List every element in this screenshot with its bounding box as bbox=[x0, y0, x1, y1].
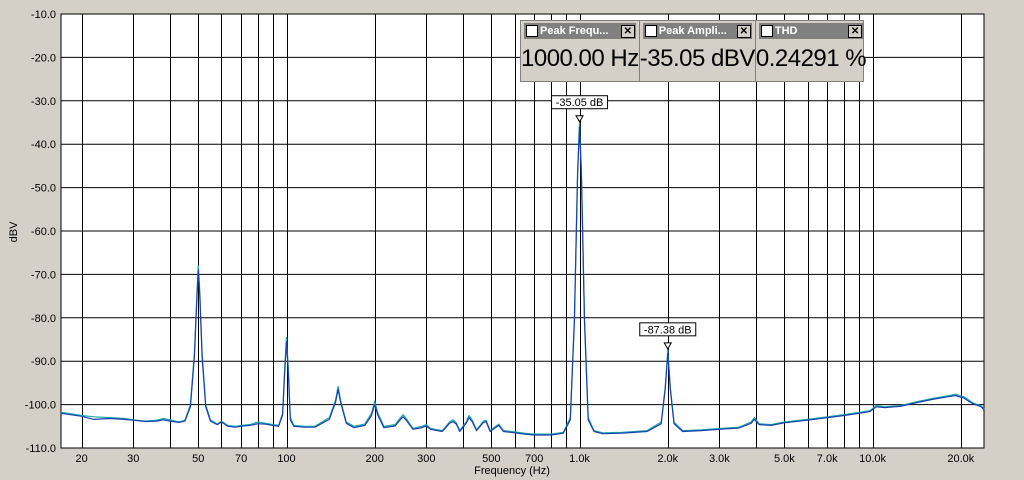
meter-peak-amplitude: Peak Ampli... ✕ -35.05 dBV bbox=[640, 21, 756, 81]
meter-panel: Peak Frequ... ✕ 1000.00 Hz Peak Ampli...… bbox=[520, 20, 867, 82]
x-tick-label: 3.0k bbox=[709, 453, 730, 465]
x-tick-label: 10.0k bbox=[859, 453, 886, 465]
x-tick-label: 500 bbox=[482, 453, 500, 465]
y-axis-title: dBV bbox=[8, 221, 20, 242]
peak-marker-label: -35.05 dB bbox=[556, 97, 604, 109]
spectrum-chart: -10.0 -20.0 -30.0 -40.0 -50.0 -60.0 -70.0 -80.0… bbox=[8, 9, 985, 477]
peak-marker-label: -87.38 dB bbox=[644, 324, 692, 336]
x-tick-labels: 20 30 50 70 100 200 300 500 700 1.0k 2.0k 3.0k 5.0k 7… bbox=[76, 453, 975, 465]
x-tick-label: 50 bbox=[192, 453, 204, 465]
meter-value: 1000.00 Hz bbox=[521, 45, 639, 72]
waveform-icon bbox=[760, 25, 773, 37]
close-button[interactable]: ✕ bbox=[620, 24, 635, 38]
y-tick-label: -80.0 bbox=[31, 313, 56, 325]
x-tick-label: 300 bbox=[417, 453, 435, 465]
x-tick-label: 7.0k bbox=[817, 453, 838, 465]
meter-peak-frequency: Peak Frequ... ✕ 1000.00 Hz bbox=[521, 21, 640, 81]
meter-title: THD bbox=[774, 25, 798, 37]
x-tick-label: 2.0k bbox=[657, 453, 678, 465]
meter-titlebar[interactable]: Peak Ampli... ✕ bbox=[642, 23, 752, 39]
y-tick-label: -60.0 bbox=[31, 226, 56, 238]
y-tick-label: -10.0 bbox=[31, 9, 56, 21]
x-tick-label: 5.0k bbox=[774, 453, 795, 465]
waveform-icon bbox=[526, 25, 538, 37]
meter-thd: THD ✕ 0.24291 % bbox=[755, 21, 867, 81]
y-tick-labels: -10.0 -20.0 -30.0 -40.0 -50.0 -60.0 -70.0 -80.0… bbox=[25, 9, 56, 455]
x-tick-label: 100 bbox=[277, 453, 295, 465]
close-button[interactable]: ✕ bbox=[848, 24, 863, 38]
x-tick-label: 200 bbox=[366, 453, 384, 465]
y-tick-label: -20.0 bbox=[31, 52, 56, 64]
x-tick-label: 20.0k bbox=[947, 453, 974, 465]
meter-titlebar[interactable]: Peak Frequ... ✕ bbox=[524, 23, 636, 39]
y-tick-label: -50.0 bbox=[31, 183, 56, 195]
x-axis-title: Frequency (Hz) bbox=[474, 465, 550, 477]
x-tick-label: 1.0k bbox=[569, 453, 590, 465]
y-tick-label: -70.0 bbox=[31, 269, 56, 281]
x-tick-label: 700 bbox=[525, 453, 543, 465]
y-tick-label: -110.0 bbox=[26, 443, 56, 455]
y-tick-label: -100.0 bbox=[25, 400, 56, 412]
meter-title: Peak Ampli... bbox=[658, 25, 727, 37]
meter-value: -35.05 dBV bbox=[639, 45, 756, 72]
y-tick-label: -30.0 bbox=[31, 96, 56, 108]
x-tick-label: 70 bbox=[235, 453, 247, 465]
y-tick-label: -90.0 bbox=[31, 356, 56, 368]
meter-titlebar[interactable]: THD ✕ bbox=[758, 23, 864, 39]
y-tick-label: -40.0 bbox=[31, 139, 56, 151]
meter-title: Peak Frequ... bbox=[540, 25, 609, 37]
meter-value: 0.24291 % bbox=[755, 45, 867, 72]
x-tick-label: 30 bbox=[127, 453, 139, 465]
waveform-icon bbox=[644, 25, 657, 37]
close-button[interactable]: ✕ bbox=[736, 24, 751, 38]
x-tick-label: 20 bbox=[76, 453, 88, 465]
